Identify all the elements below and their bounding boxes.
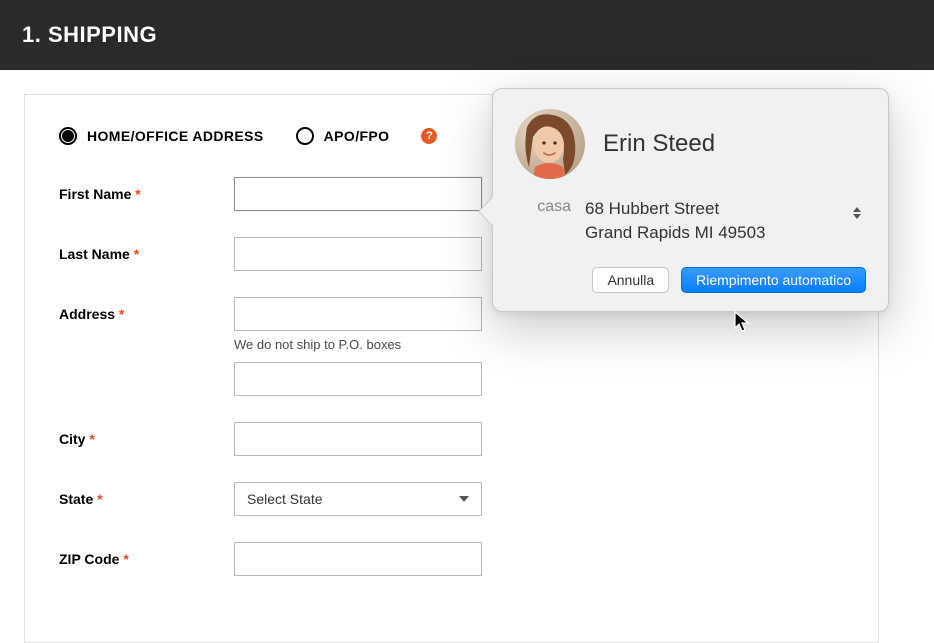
popover-header: Erin Steed: [515, 109, 866, 179]
address2-input[interactable]: [234, 362, 482, 396]
radio-apo-label: APO/FPO: [324, 128, 390, 144]
label-state: State *: [59, 491, 234, 507]
address-type-label: casa: [515, 197, 571, 216]
step-title: 1. SHIPPING: [22, 22, 157, 47]
step-header: 1. SHIPPING: [0, 0, 934, 70]
address-input[interactable]: [234, 297, 482, 331]
autofill-popover: Erin Steed casa 68 Hubbert Street Grand …: [492, 88, 889, 312]
address-lines: 68 Hubbert Street Grand Rapids MI 49503: [585, 197, 766, 245]
radio-apo-fpo[interactable]: APO/FPO: [296, 127, 390, 145]
state-select[interactable]: Select State: [234, 482, 482, 516]
row-city: City *: [59, 422, 844, 456]
cancel-button[interactable]: Annulla: [592, 267, 669, 293]
last-name-input[interactable]: [234, 237, 482, 271]
label-address: Address *: [59, 306, 234, 322]
label-first-name: First Name *: [59, 186, 234, 202]
label-city: City *: [59, 431, 234, 447]
radio-dot-icon: [296, 127, 314, 145]
address-block[interactable]: casa 68 Hubbert Street Grand Rapids MI 4…: [515, 197, 866, 245]
radio-home-office[interactable]: HOME/OFFICE ADDRESS: [59, 127, 264, 145]
first-name-input[interactable]: [234, 177, 482, 211]
address-line2: Grand Rapids MI 49503: [585, 221, 766, 245]
address-line1: 68 Hubbert Street: [585, 197, 766, 221]
label-zip: ZIP Code *: [59, 551, 234, 567]
chevron-down-icon: [459, 496, 469, 502]
radio-home-label: HOME/OFFICE ADDRESS: [87, 128, 264, 144]
autofill-button[interactable]: Riempimento automatico: [681, 267, 866, 293]
chevron-up-icon: [853, 207, 861, 212]
zip-input[interactable]: [234, 542, 482, 576]
state-selected-text: Select State: [247, 491, 323, 507]
address-hint: We do not ship to P.O. boxes: [234, 337, 844, 352]
label-last-name: Last Name *: [59, 246, 234, 262]
row-address2: [234, 362, 844, 396]
help-icon[interactable]: ?: [421, 128, 437, 144]
contact-avatar: [515, 109, 585, 179]
chevron-down-icon: [853, 214, 861, 219]
row-state: State * Select State: [59, 482, 844, 516]
stepper-icon[interactable]: [852, 207, 862, 219]
popover-buttons: Annulla Riempimento automatico: [515, 267, 866, 293]
radio-dot-icon: [59, 127, 77, 145]
row-zip: ZIP Code *: [59, 542, 844, 576]
contact-name: Erin Steed: [603, 130, 715, 158]
city-input[interactable]: [234, 422, 482, 456]
